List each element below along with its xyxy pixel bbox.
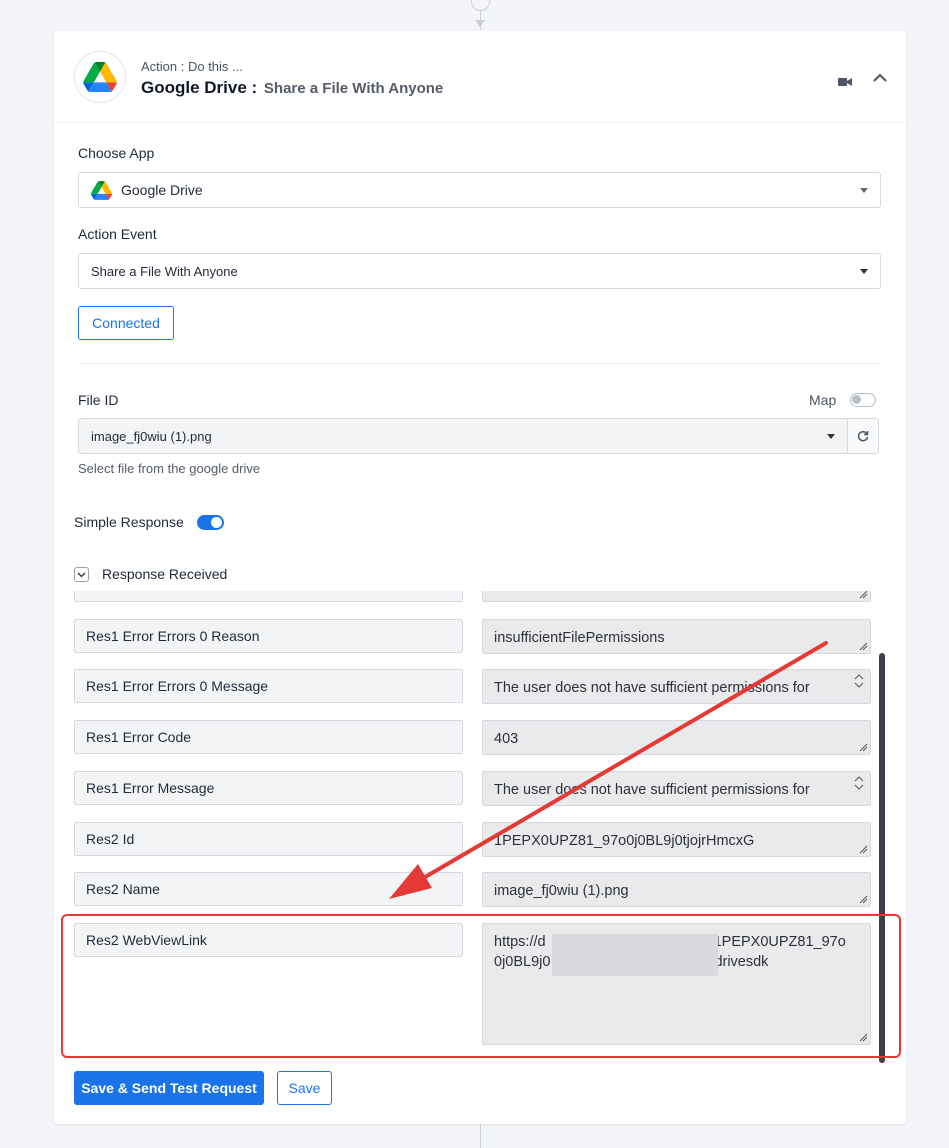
resize-grip-icon	[859, 591, 868, 599]
step-app-name: Google Drive :	[141, 78, 258, 97]
map-toggle[interactable]	[850, 393, 876, 407]
connected-button[interactable]: Connected	[78, 306, 174, 340]
video-camera-icon[interactable]	[838, 74, 852, 92]
step-title: Google Drive : Share a File With Anyone	[141, 78, 443, 98]
choose-app-select[interactable]: Google Drive	[78, 172, 881, 208]
google-drive-small-icon	[91, 180, 112, 200]
refresh-button[interactable]	[847, 418, 879, 454]
response-value-text: 1PEPX0UPZ81_97o0j0BL9j0tjojrHmcxG	[494, 833, 755, 849]
simple-response-label: Simple Response	[74, 514, 184, 530]
chevron-down-icon	[860, 269, 868, 274]
resize-grip-icon	[859, 845, 868, 854]
file-id-label: File ID	[78, 392, 119, 408]
flow-connector-arrow-icon	[475, 20, 485, 27]
response-key-field: Res1 Error Message	[74, 771, 463, 805]
file-id-hint: Select file from the google drive	[78, 461, 261, 476]
response-value-field: 403	[482, 720, 871, 755]
textarea-scroll-icon[interactable]	[850, 774, 868, 804]
choose-app-label: Choose App	[78, 145, 155, 161]
refresh-icon	[857, 430, 869, 442]
response-value-text: The user does not have sufficient permis…	[494, 680, 810, 696]
step-subtitle: Action : Do this ...	[141, 59, 243, 74]
save-send-test-button[interactable]: Save & Send Test Request	[74, 1071, 264, 1105]
response-received-checkbox[interactable]	[74, 567, 89, 582]
step-action-desc: Share a File With Anyone	[263, 80, 444, 97]
response-key-field	[74, 591, 463, 602]
toggle-knob	[852, 395, 861, 404]
response-key-field: Res2 Name	[74, 872, 463, 906]
response-received-label: Response Received	[102, 566, 228, 582]
response-value-text: The user does not have sufficient permis…	[494, 782, 810, 798]
response-value-field: insufficientFilePermissions	[482, 619, 871, 654]
google-drive-logo-icon	[74, 51, 126, 103]
flow-connector-line	[480, 1124, 481, 1148]
response-value-field: image_fj0wiu (1).png	[482, 872, 871, 907]
response-value-text: image_fj0wiu (1).png	[494, 883, 629, 899]
response-value-text: 403	[494, 731, 519, 747]
chevron-down-icon	[860, 188, 868, 193]
action-event-value: Share a File With Anyone	[91, 263, 238, 279]
annotation-highlight-box	[61, 914, 901, 1058]
flow-connector-node	[471, 0, 490, 11]
chevron-down-icon	[77, 572, 86, 577]
resize-grip-icon	[859, 642, 868, 651]
response-key-field: Res1 Error Code	[74, 720, 463, 754]
section-divider	[78, 363, 880, 364]
resize-grip-icon	[859, 895, 868, 904]
map-label: Map	[809, 392, 837, 408]
response-key-field: Res2 Id	[74, 822, 463, 856]
response-value-field: 1PEPX0UPZ81_97o0j0BL9j0tjojrHmcxG	[482, 822, 871, 857]
card-header[interactable]: Action : Do this ... Google Drive : Shar…	[54, 31, 906, 123]
textarea-scroll-icon[interactable]	[850, 672, 868, 702]
action-event-select[interactable]: Share a File With Anyone	[78, 253, 881, 289]
toggle-knob	[211, 517, 222, 528]
action-event-label: Action Event	[78, 226, 157, 242]
chevron-up-icon[interactable]	[872, 71, 888, 90]
resize-grip-icon	[859, 743, 868, 752]
response-value-field[interactable]: The user does not have sufficient permis…	[482, 669, 871, 704]
simple-response-toggle[interactable]	[197, 515, 224, 530]
choose-app-value: Google Drive	[121, 182, 203, 198]
response-key-field: Res1 Error Errors 0 Reason	[74, 619, 463, 653]
response-value-field	[482, 591, 871, 602]
response-value-field[interactable]: The user does not have sufficient permis…	[482, 771, 871, 806]
response-value-text: insufficientFilePermissions	[494, 630, 665, 646]
response-key-field: Res1 Error Errors 0 Message	[74, 669, 463, 703]
save-button[interactable]: Save	[277, 1071, 332, 1105]
file-id-value: image_fj0wiu (1).png	[91, 428, 212, 444]
chevron-down-icon	[827, 434, 835, 439]
file-id-select[interactable]: image_fj0wiu (1).png	[78, 418, 848, 454]
